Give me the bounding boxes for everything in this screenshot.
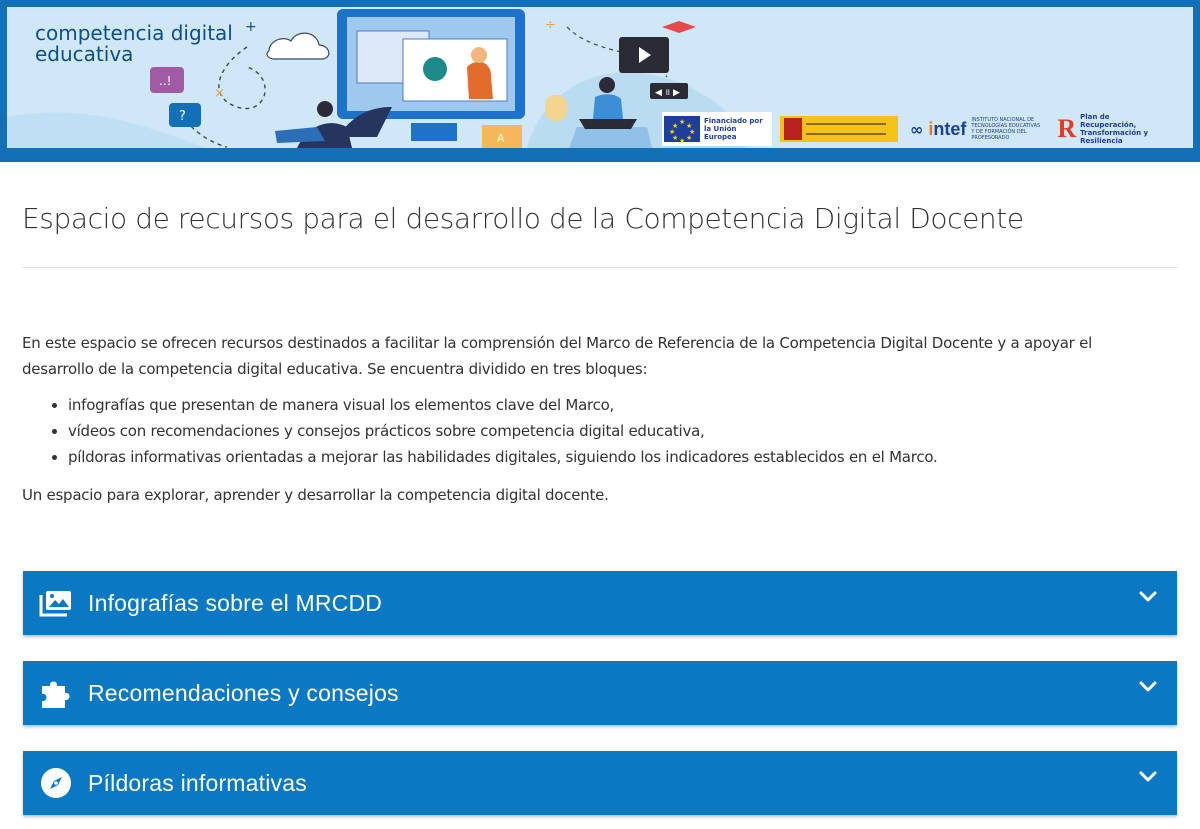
eu-logo: ★ ★ ★ ★ ★ ★ ★ ★ Financiado por la Unión Europ…	[662, 112, 772, 146]
brand-logo: competencia digital educativa +	[35, 19, 257, 66]
images-icon	[39, 586, 73, 620]
prtr-logo: R Plan de Recuperación, Transformación y…	[1053, 113, 1164, 145]
accordion-recomendaciones[interactable]: Recomendaciones y consejos	[23, 661, 1177, 725]
svg-text:A: A	[497, 132, 505, 145]
accordion-infografias[interactable]: Infografías sobre el MRCDD	[23, 571, 1177, 635]
intef-text: INSTITUTO NACIONAL DE TECNOLOGÍAS EDUCAT…	[971, 117, 1041, 141]
brand-line2: educativa	[35, 42, 134, 66]
eu-logo-text: Financiado por la Unión Europea	[704, 117, 763, 141]
puzzle-piece-icon	[39, 676, 73, 710]
svg-text:?: ?	[179, 109, 186, 124]
prtr-text: Plan de Recuperación, Transformación y R…	[1080, 113, 1149, 145]
intef-mark-icon: ∞	[910, 119, 924, 139]
list-item: vídeos con recomendaciones y consejos pr…	[68, 418, 1178, 444]
gobierno-logo-lines	[806, 123, 886, 135]
main-content: Espacio de recursos para el desarrollo d…	[22, 162, 1178, 508]
chevron-down-icon[interactable]	[1137, 675, 1159, 697]
intef-logo: ∞ intef INSTITUTO NACIONAL DE TECNOLOGÍA…	[906, 116, 1045, 142]
chevron-down-icon[interactable]	[1137, 765, 1159, 787]
gobierno-logo	[780, 116, 898, 142]
prtr-mark-icon: R	[1057, 114, 1077, 143]
svg-text:÷: ÷	[545, 18, 556, 33]
accordion-label: Recomendaciones y consejos	[88, 679, 399, 706]
svg-text:◀ ॥ ▶: ◀ ॥ ▶	[655, 88, 680, 98]
coat-of-arms-icon	[784, 118, 802, 140]
intro-paragraph: En este espacio se ofrecen recursos dest…	[22, 334, 1093, 378]
brand-line1: competencia digital	[35, 21, 233, 45]
list-item: píldoras informativas orientadas a mejor…	[68, 444, 1178, 470]
eu-flag-icon: ★ ★ ★ ★ ★ ★ ★ ★	[664, 116, 700, 145]
chevron-down-icon[interactable]	[1137, 585, 1159, 607]
list-item: infografías que presentan de manera visu…	[68, 392, 1178, 418]
header-banner: ..! ? × ÷ A ◀ ॥ ▶ competencia digital ed…	[0, 0, 1200, 162]
sponsor-logos: ★ ★ ★ ★ ★ ★ ★ ★ Financiado por la Unión Europ…	[662, 111, 1164, 147]
svg-text:×: ×	[214, 86, 225, 101]
closing-paragraph: Un espacio para explorar, aprender y des…	[22, 486, 609, 504]
accordion-pildoras[interactable]: Píldoras informativas	[23, 751, 1177, 815]
accordion-label: Píldoras informativas	[88, 769, 307, 796]
svg-text:..!: ..!	[159, 74, 171, 88]
compass-icon	[39, 766, 73, 800]
title-divider	[22, 267, 1178, 268]
brand-plus: +	[245, 19, 257, 35]
resource-blocks-list: infografías que presentan de manera visu…	[22, 392, 1178, 470]
intef-name: intef	[928, 118, 967, 139]
page-title: Espacio de recursos para el desarrollo d…	[22, 202, 1024, 235]
accordion-label: Infografías sobre el MRCDD	[88, 589, 383, 616]
